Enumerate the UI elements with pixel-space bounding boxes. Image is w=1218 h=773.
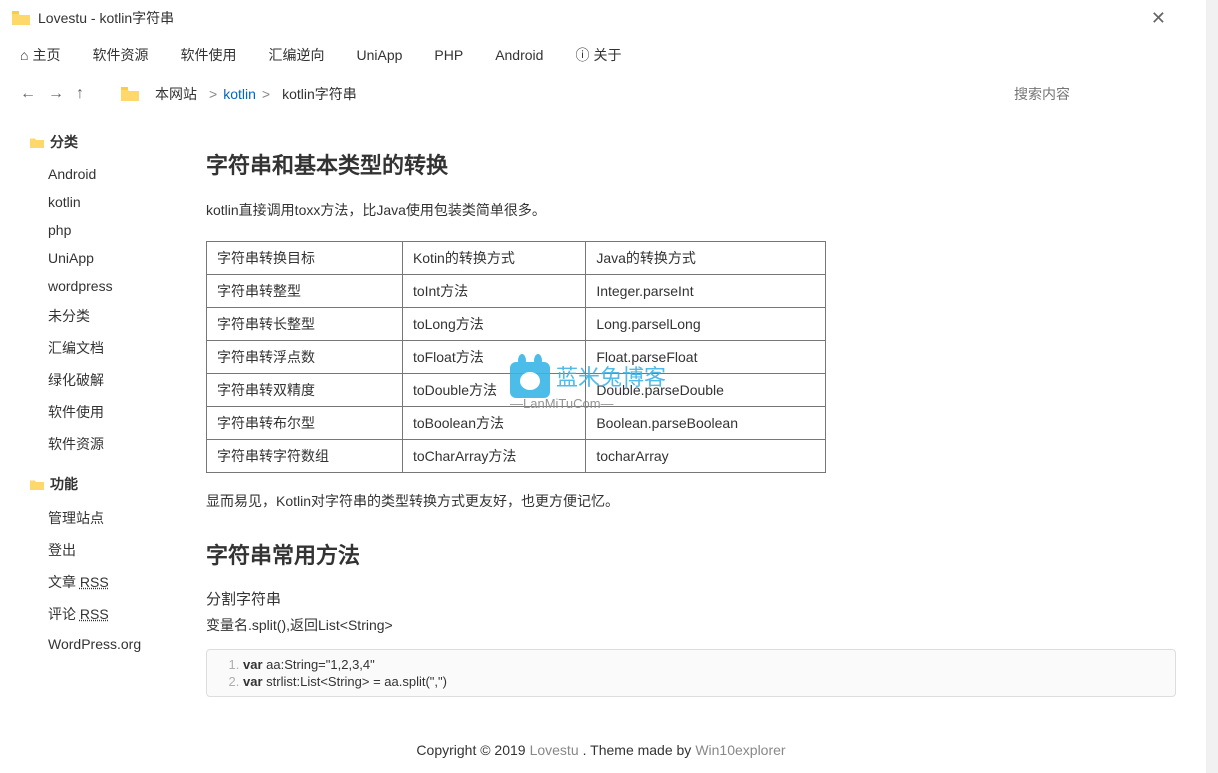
sidebar-item[interactable]: 软件使用 bbox=[30, 396, 196, 428]
nav-up-icon[interactable]: ↑ bbox=[76, 85, 84, 103]
sidebar-item[interactable]: 管理站点 bbox=[30, 502, 196, 534]
table-row: 字符串转浮点数toFloat方法Float.parseFloat bbox=[207, 341, 826, 374]
menu-about[interactable]: ⓘ关于 bbox=[575, 45, 621, 65]
window-title: Lovestu - kotlin字符串 bbox=[38, 8, 174, 28]
table-row: 字符串转整型toInt方法Integer.parseInt bbox=[207, 275, 826, 308]
menu-android[interactable]: Android bbox=[495, 47, 543, 63]
folder-icon bbox=[12, 11, 30, 25]
sidebar-item[interactable]: 登出 bbox=[30, 534, 196, 566]
sidebar-functions-title: 功能 bbox=[30, 474, 196, 494]
menu-reverse[interactable]: 汇编逆向 bbox=[268, 45, 324, 65]
menu-home[interactable]: ⌂主页 bbox=[20, 45, 60, 65]
heading-conversion: 字符串和基本类型的转换 bbox=[206, 148, 1176, 180]
table-header: Java的转换方式 bbox=[586, 242, 826, 275]
sidebar-item[interactable]: 绿化破解 bbox=[30, 364, 196, 396]
table-header: 字符串转换目标 bbox=[207, 242, 403, 275]
code-line: var aa:String="1,2,3,4" bbox=[243, 656, 1167, 673]
chevron-right-icon: > bbox=[209, 86, 217, 102]
breadcrumb-root[interactable]: 本网站 bbox=[155, 84, 197, 104]
sidebar-item[interactable]: wordpress bbox=[30, 272, 196, 300]
code-line: var strlist:List<String> = aa.split(",") bbox=[243, 673, 1167, 690]
search-input[interactable] bbox=[1006, 79, 1186, 109]
menu-soft-use[interactable]: 软件使用 bbox=[180, 45, 236, 65]
main-content[interactable]: 字符串和基本类型的转换 kotlin直接调用toxx方法，比Java使用包装类简… bbox=[196, 114, 1206, 727]
paragraph: 显而易见，Kotlin对字符串的类型转换方式更友好，也更方便记忆。 bbox=[206, 489, 1176, 514]
folder-icon bbox=[30, 479, 44, 490]
title-bar: Lovestu - kotlin字符串 ✕ bbox=[0, 0, 1206, 36]
menu-bar: ⌂主页 软件资源 软件使用 汇编逆向 UniApp PHP Android ⓘ关… bbox=[0, 36, 1206, 74]
paragraph: 变量名.split(),返回List<String> bbox=[206, 613, 1176, 638]
sidebar-item[interactable]: 软件资源 bbox=[30, 428, 196, 460]
toolbar: ← → ↑ 本网站 > kotlin > kotlin字符串 bbox=[0, 74, 1206, 114]
sidebar-categories-title: 分类 bbox=[30, 132, 196, 152]
sidebar-item[interactable]: UniApp bbox=[30, 244, 196, 272]
menu-soft-res[interactable]: 软件资源 bbox=[92, 45, 148, 65]
sidebar-item[interactable]: 未分类 bbox=[30, 300, 196, 332]
footer-theme-link[interactable]: Win10explorer bbox=[695, 742, 785, 758]
sidebar-item[interactable]: 评论 RSS bbox=[30, 598, 196, 630]
heading-methods: 字符串常用方法 bbox=[206, 538, 1176, 570]
sidebar-item[interactable]: 文章 RSS bbox=[30, 566, 196, 598]
table-row: 字符串转长整型toLong方法Long.parselLong bbox=[207, 308, 826, 341]
breadcrumb-current: kotlin字符串 bbox=[282, 84, 357, 104]
breadcrumb: 本网站 > kotlin > kotlin字符串 bbox=[106, 79, 994, 109]
sidebar: 分类 AndroidkotlinphpUniAppwordpress未分类汇编文… bbox=[0, 114, 196, 727]
table-header: Kotin的转换方式 bbox=[402, 242, 585, 275]
info-icon: ⓘ bbox=[575, 45, 589, 65]
sidebar-item[interactable]: 汇编文档 bbox=[30, 332, 196, 364]
folder-icon bbox=[121, 87, 139, 101]
sidebar-item[interactable]: WordPress.org bbox=[30, 630, 196, 658]
nav-back-icon[interactable]: ← bbox=[20, 85, 36, 103]
footer: Copyright © 2019 Lovestu . Theme made by… bbox=[0, 727, 1206, 773]
breadcrumb-kotlin[interactable]: kotlin bbox=[223, 86, 256, 102]
sidebar-item[interactable]: php bbox=[30, 216, 196, 244]
close-icon[interactable]: ✕ bbox=[1151, 8, 1166, 29]
footer-site-link[interactable]: Lovestu bbox=[530, 742, 579, 758]
nav-forward-icon[interactable]: → bbox=[48, 85, 64, 103]
conversion-table: 字符串转换目标Kotin的转换方式Java的转换方式字符串转整型toInt方法I… bbox=[206, 241, 826, 473]
chevron-right-icon: > bbox=[262, 86, 270, 102]
home-icon: ⌂ bbox=[20, 47, 28, 63]
table-row: 字符串转布尔型toBoolean方法Boolean.parseBoolean bbox=[207, 407, 826, 440]
menu-uniapp[interactable]: UniApp bbox=[356, 47, 402, 63]
sidebar-item[interactable]: kotlin bbox=[30, 188, 196, 216]
paragraph: kotlin直接调用toxx方法，比Java使用包装类简单很多。 bbox=[206, 198, 1176, 223]
subheading-split: 分割字符串 bbox=[206, 588, 1176, 609]
menu-php[interactable]: PHP bbox=[434, 47, 463, 63]
sidebar-item[interactable]: Android bbox=[30, 160, 196, 188]
folder-icon bbox=[30, 137, 44, 148]
table-row: 字符串转双精度toDouble方法Double.parseDouble bbox=[207, 374, 826, 407]
table-row: 字符串转字符数组toCharArray方法tocharArray bbox=[207, 440, 826, 473]
code-block: var aa:String="1,2,3,4" var strlist:List… bbox=[206, 649, 1176, 697]
